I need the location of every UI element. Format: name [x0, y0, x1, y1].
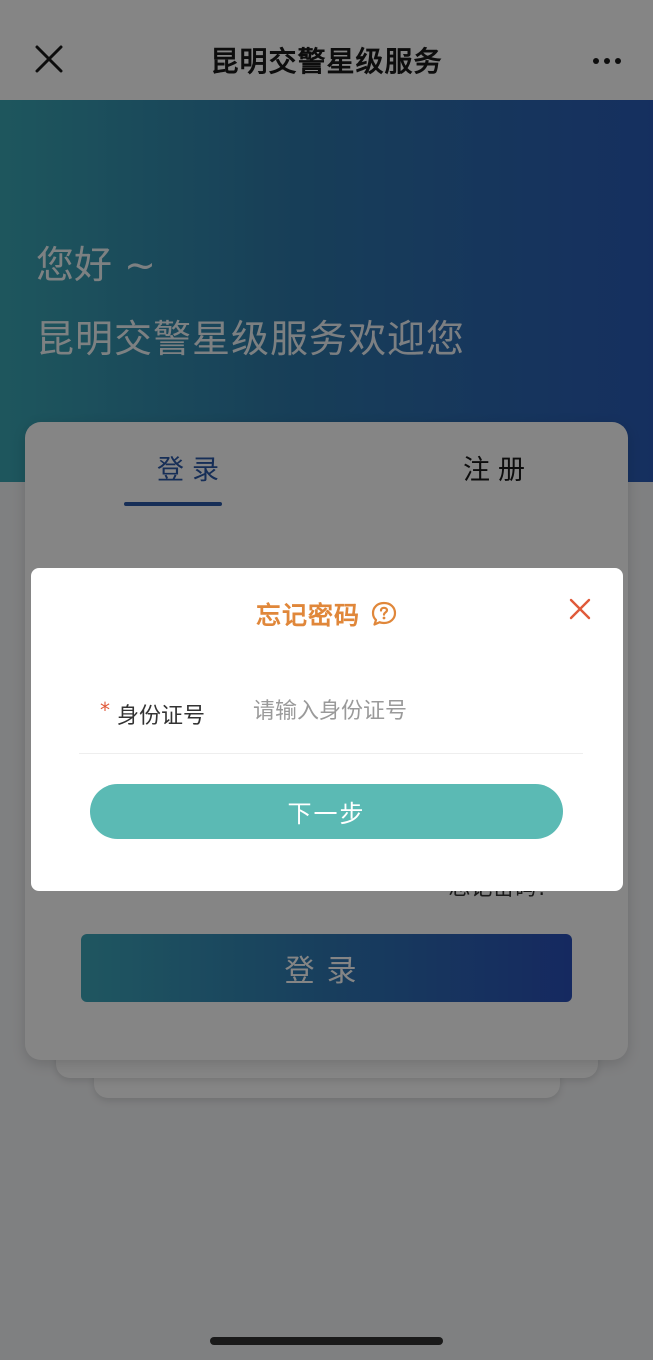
modal-title: 忘记密码 — [255, 601, 360, 630]
id-number-label: 身份证号 — [117, 704, 206, 729]
modal-close-icon[interactable] — [567, 596, 593, 622]
home-indicator — [210, 1337, 443, 1345]
next-step-button[interactable]: 下一步 — [90, 784, 563, 839]
modal-header: 忘记密码 — [31, 596, 623, 632]
id-number-field-row: * 身份证号 — [79, 676, 583, 754]
help-icon[interactable] — [370, 600, 398, 628]
id-number-input[interactable] — [253, 690, 573, 732]
required-mark: * — [100, 698, 110, 722]
forgot-password-modal: 忘记密码 * 身份证号 下一步 — [31, 568, 623, 891]
